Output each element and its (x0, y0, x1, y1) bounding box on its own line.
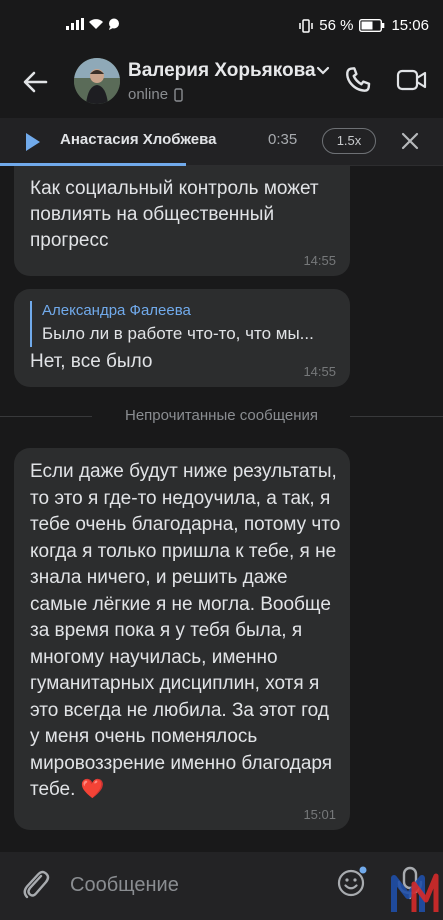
contact-name[interactable]: Валерия Хорьякова (128, 60, 316, 82)
message-composer (0, 852, 443, 920)
chat-notification-icon (109, 18, 119, 30)
clock: 15:06 (391, 17, 429, 34)
message-bubble[interactable]: Александра Фалеева Было ли в работе что-… (14, 289, 350, 387)
close-icon[interactable] (400, 131, 420, 151)
playback-speed-button[interactable]: 1.5x (322, 128, 376, 154)
reply-text: Было ли в работе что-то, что мы... (42, 324, 314, 343)
status-text: online (128, 86, 169, 103)
unread-divider: Непрочитанные сообщения (0, 406, 443, 426)
message-time: 14:55 (303, 364, 336, 379)
status-left (66, 18, 120, 30)
battery-percent: 56 % (319, 17, 354, 34)
divider-line-right (350, 416, 443, 417)
message-text: Нет, все было (30, 351, 153, 372)
status-bar: 56 % 15:06 (0, 0, 443, 44)
chat-header: Валерия Хорьякова online (0, 44, 443, 118)
audio-time: 0:35 (268, 131, 298, 148)
play-icon[interactable] (24, 132, 42, 152)
avatar-image (74, 58, 120, 104)
arrow-left-icon (23, 71, 48, 93)
battery-icon (359, 19, 385, 32)
message-bubble[interactable]: Как социальный контроль может повлиять н… (14, 166, 350, 276)
contact-status: online (128, 86, 183, 103)
reply-quote[interactable]: Александра Фалеева Было ли в работе что-… (30, 301, 336, 347)
paperclip-icon[interactable] (20, 866, 50, 902)
wifi-icon (89, 19, 103, 29)
message-text: Как социальный контроль может повлиять н… (30, 178, 319, 251)
emoji-icon[interactable] (336, 866, 368, 898)
phone-icon[interactable] (342, 64, 374, 96)
signal-icon (66, 18, 84, 30)
mobile-icon (174, 87, 183, 102)
status-right: 56 % 15:06 (299, 17, 429, 34)
message-input[interactable] (70, 870, 320, 900)
message-text: Если даже будут ниже результаты, то это … (30, 461, 341, 800)
message-bubble[interactable]: Если даже будут ниже результаты, то это … (14, 448, 350, 830)
chevron-down-icon[interactable] (316, 66, 330, 76)
message-list[interactable]: Как социальный контроль может повлиять н… (0, 166, 443, 852)
back-button[interactable] (18, 64, 54, 100)
vibrate-icon (299, 18, 313, 33)
audio-track-name[interactable]: Анастасия Хлобжева (60, 131, 216, 148)
watermark-logo (391, 873, 439, 912)
reply-author: Александра Фалеева (42, 302, 191, 319)
audio-player-bar: Анастасия Хлобжева 0:35 1.5x (0, 118, 443, 166)
avatar[interactable] (74, 58, 120, 104)
message-time: 15:01 (303, 807, 336, 822)
video-call-icon[interactable] (396, 68, 428, 92)
message-time: 14:55 (303, 253, 336, 268)
